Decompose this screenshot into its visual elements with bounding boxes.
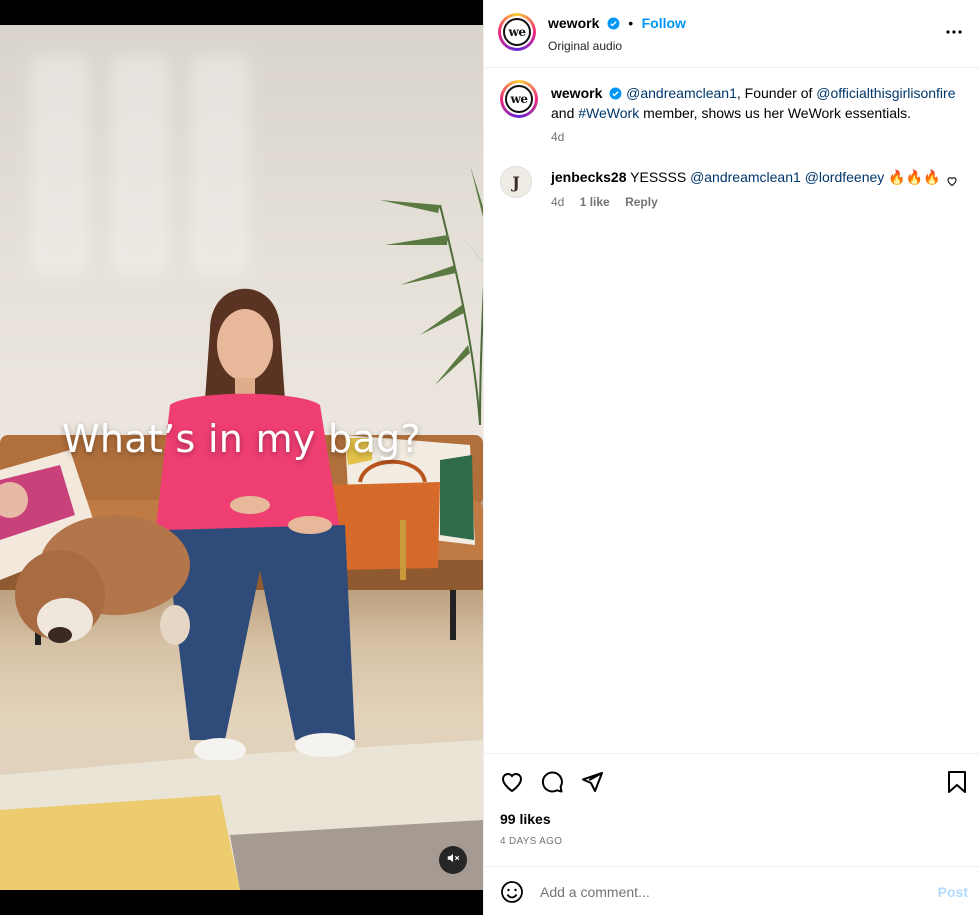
smiley-icon xyxy=(500,881,524,908)
comment-likes[interactable]: 1 like xyxy=(580,195,610,209)
comment-body: YESSSS xyxy=(626,169,691,185)
more-options-button[interactable] xyxy=(945,22,963,47)
share-button[interactable] xyxy=(580,770,604,799)
bookmark-icon xyxy=(946,771,968,798)
caption-time[interactable]: 4d xyxy=(551,130,961,144)
likes-count[interactable]: 99 likes xyxy=(500,811,551,827)
mute-button[interactable] xyxy=(439,846,467,874)
post-actions: 99 likes 4 DAYS AGO xyxy=(484,753,979,866)
comment-username[interactable]: jenbecks28 xyxy=(551,169,627,185)
caption-hashtag[interactable]: #WeWork xyxy=(578,105,639,121)
comment-icon xyxy=(540,771,564,798)
wework-logo: we xyxy=(503,18,531,46)
wework-logo: we xyxy=(505,85,533,113)
post-header: we wework • Follow Original audio xyxy=(484,0,979,68)
dog-illustration xyxy=(15,515,190,645)
comment-composer: Add a comment... Post xyxy=(484,866,979,916)
audio-label[interactable]: Original audio xyxy=(548,39,686,53)
comment-mention-andreamclean1[interactable]: @andreamclean1 xyxy=(690,169,801,185)
post-username[interactable]: wework xyxy=(548,15,599,31)
comment-time[interactable]: 4d xyxy=(551,195,564,209)
caption-text-1: , Founder of xyxy=(736,85,817,101)
fire-emoji: 🔥🔥🔥 xyxy=(888,169,941,185)
comment-avatar-logo: J xyxy=(512,172,520,192)
comment-like-button[interactable] xyxy=(946,174,958,192)
emoji-button[interactable] xyxy=(500,880,524,909)
comment-avatar[interactable]: J xyxy=(500,166,532,198)
comment-reply-button[interactable]: Reply xyxy=(625,195,658,209)
verified-badge-icon xyxy=(609,86,622,104)
comment-button[interactable] xyxy=(540,770,564,799)
comment-meta: 4d 1 like Reply xyxy=(551,195,941,209)
caption-text-2: and xyxy=(551,105,579,121)
post-comment-button[interactable]: Post xyxy=(938,884,968,900)
comment-input[interactable]: Add a comment... xyxy=(540,884,650,900)
more-icon xyxy=(945,29,963,46)
comment-mention-lordfeeney[interactable]: @lordfeeney xyxy=(805,169,885,185)
heart-icon xyxy=(500,773,524,798)
save-button[interactable] xyxy=(946,770,968,799)
separator-dot: • xyxy=(628,15,634,31)
avatar[interactable]: we xyxy=(498,13,536,51)
comment-text: jenbecks28 YESSSS @andreamclean1 @lordfe… xyxy=(551,168,941,186)
caption-mention-andreamclean1[interactable]: @andreamclean1 xyxy=(626,85,737,101)
post-sidebar: we wework • Follow Original audio we wew… xyxy=(483,0,979,915)
caption-mention-officialthisgirlisonfire[interactable]: @officialthisgirlisonfire xyxy=(816,85,955,101)
plant-illustration xyxy=(380,165,483,425)
caption-text: wework @andreamclean1, Founder of @offic… xyxy=(551,84,961,122)
caption-avatar[interactable]: we xyxy=(500,80,538,118)
muted-speaker-icon xyxy=(446,851,460,870)
verified-badge-icon xyxy=(607,17,620,35)
post-date[interactable]: 4 DAYS AGO xyxy=(500,836,562,847)
like-button[interactable] xyxy=(500,770,524,799)
video-overlay-caption: What’s in my bag? xyxy=(62,417,421,461)
window-light xyxy=(30,55,270,275)
follow-button[interactable]: Follow xyxy=(642,15,686,31)
heart-icon xyxy=(946,174,958,191)
caption-text-3: member, shows us her WeWork essentials. xyxy=(639,105,912,121)
send-icon xyxy=(580,772,604,798)
video-player[interactable]: What’s in my bag? xyxy=(0,25,483,890)
caption-username[interactable]: wework xyxy=(551,85,602,101)
post-media: What’s in my bag? xyxy=(0,0,483,915)
